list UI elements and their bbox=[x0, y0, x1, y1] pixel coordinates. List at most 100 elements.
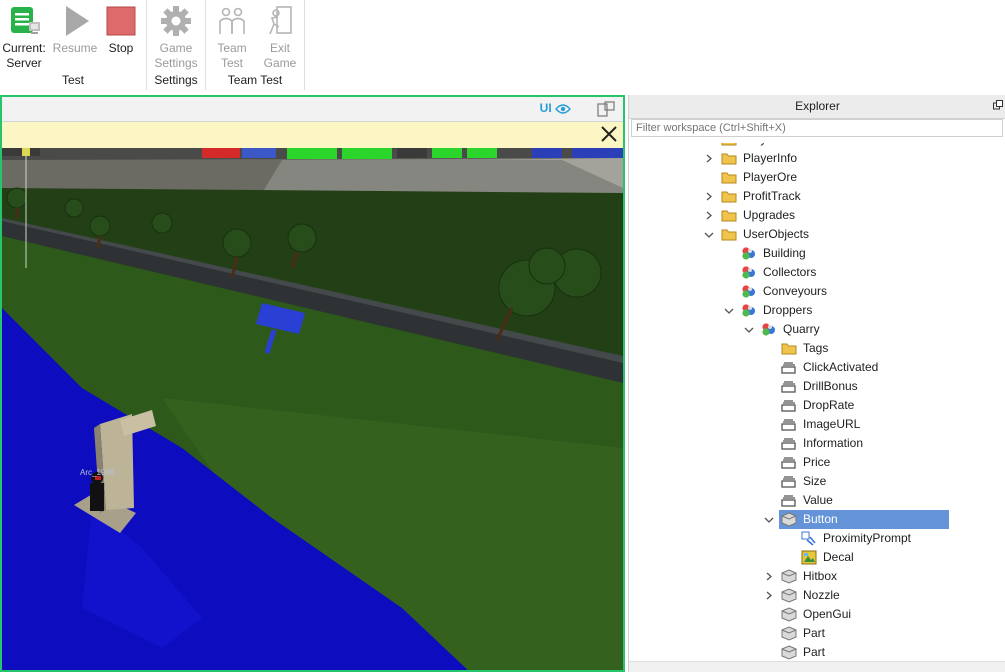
float-panel-icon[interactable] bbox=[993, 100, 1003, 110]
device-emulator-button[interactable] bbox=[597, 101, 615, 117]
explorer-item-clickactivated[interactable]: ClickActivated bbox=[629, 358, 1005, 377]
folder-icon bbox=[721, 170, 737, 185]
explorer-item-value[interactable]: Value bbox=[629, 491, 1005, 510]
explorer-item-opengui[interactable]: OpenGui bbox=[629, 605, 1005, 624]
team-test-button[interactable]: Team Test bbox=[212, 4, 252, 71]
ui-toggle-label: UI bbox=[539, 101, 552, 115]
team-test-group-label: Team Test bbox=[227, 73, 283, 87]
resume-button[interactable]: Resume bbox=[52, 4, 98, 56]
explorer-item-label: Information bbox=[803, 436, 864, 450]
explorer-filter-input[interactable] bbox=[631, 119, 1003, 137]
explorer-item-tags[interactable]: Tags bbox=[629, 339, 1005, 358]
explorer-item-droppers[interactable]: Droppers bbox=[629, 301, 1005, 320]
stop-button[interactable]: Stop bbox=[102, 4, 140, 56]
folder-icon bbox=[721, 227, 737, 242]
game-viewport[interactable]: UI Arc_1996 bbox=[0, 95, 625, 672]
player-avatar[interactable] bbox=[90, 472, 104, 511]
explorer-item-label: ProfitTrack bbox=[743, 189, 801, 203]
part-icon bbox=[781, 626, 797, 641]
explorer-item-part[interactable]: Part bbox=[629, 643, 1005, 661]
explorer-tree[interactable]: PlayerBoostsPlayerInfoPlayerOreProfitTra… bbox=[629, 143, 1005, 661]
explorer-item-label: Hitbox bbox=[803, 569, 838, 583]
explorer-item-building[interactable]: Building bbox=[629, 244, 1005, 263]
chevron-down-icon[interactable] bbox=[763, 510, 775, 529]
explorer-item-price[interactable]: Price bbox=[629, 453, 1005, 472]
explorer-panel: Explorer PlayerBoostsPlayerInfoPlayerOre… bbox=[628, 95, 1005, 672]
green-dropper bbox=[287, 148, 337, 159]
explorer-item-label: Collectors bbox=[763, 265, 817, 279]
model-icon bbox=[741, 246, 757, 261]
explorer-item-size[interactable]: Size bbox=[629, 472, 1005, 491]
settings-group-label: Settings bbox=[154, 73, 198, 87]
folder-icon bbox=[781, 341, 797, 356]
part-icon bbox=[781, 512, 797, 527]
explorer-item-label: Upgrades bbox=[743, 208, 796, 222]
part-icon bbox=[781, 588, 797, 603]
model-icon bbox=[741, 265, 757, 280]
game-settings-button[interactable]: Game Settings bbox=[151, 4, 201, 71]
explorer-item-playerore[interactable]: PlayerOre bbox=[629, 168, 1005, 187]
explorer-item-drillbonus[interactable]: DrillBonus bbox=[629, 377, 1005, 396]
explorer-item-label: Part bbox=[803, 645, 826, 659]
current-server-button[interactable]: Current: Server bbox=[2, 4, 46, 71]
game-scene[interactable]: Arc_1996 bbox=[2, 148, 623, 672]
explorer-item-upgrades[interactable]: Upgrades bbox=[629, 206, 1005, 225]
team-test-label: Team Test bbox=[217, 41, 247, 70]
resume-label: Resume bbox=[52, 41, 98, 55]
stop-label: Stop bbox=[108, 41, 134, 55]
value-icon bbox=[781, 417, 797, 432]
explorer-item-label: PlayerInfo bbox=[743, 151, 798, 165]
explorer-item-label: Building bbox=[763, 246, 806, 260]
chevron-down-icon[interactable] bbox=[743, 320, 755, 339]
explorer-item-hitbox[interactable]: Hitbox bbox=[629, 567, 1005, 586]
test-group: Current: Server Resume Stop Test bbox=[0, 0, 147, 90]
explorer-title: Explorer bbox=[795, 99, 840, 113]
explorer-item-label: OpenGui bbox=[803, 607, 852, 621]
explorer-item-droprate[interactable]: DropRate bbox=[629, 396, 1005, 415]
explorer-item-proximityprompt[interactable]: ProximityPrompt bbox=[629, 529, 1005, 548]
explorer-item-label: PlayerOre bbox=[743, 170, 798, 184]
explorer-title-bar: Explorer bbox=[629, 95, 1005, 119]
explorer-item-imageurl[interactable]: ImageURL bbox=[629, 415, 1005, 434]
viewport-toolbar: UI bbox=[2, 97, 623, 122]
player-nametag: Arc_1996 bbox=[80, 468, 115, 477]
explorer-item-conveyours[interactable]: Conveyours bbox=[629, 282, 1005, 301]
explorer-item-decal[interactable]: Decal bbox=[629, 548, 1005, 567]
exit-game-button[interactable]: Exit Game bbox=[260, 4, 300, 71]
explorer-horizontal-scrollbar[interactable] bbox=[629, 661, 1005, 672]
exit-game-label: Exit Game bbox=[263, 41, 297, 70]
explorer-item-label: UserObjects bbox=[743, 227, 810, 241]
chevron-right-icon[interactable] bbox=[763, 567, 775, 586]
explorer-item-information[interactable]: Information bbox=[629, 434, 1005, 453]
part-icon bbox=[781, 607, 797, 622]
close-notification-button[interactable] bbox=[599, 124, 619, 144]
explorer-item-button[interactable]: Button bbox=[629, 510, 1005, 529]
play-icon bbox=[58, 4, 92, 38]
chevron-right-icon[interactable] bbox=[703, 187, 715, 206]
explorer-item-collectors[interactable]: Collectors bbox=[629, 263, 1005, 282]
explorer-item-label: Value bbox=[803, 493, 833, 507]
explorer-item-label: Button bbox=[803, 512, 838, 526]
model-icon bbox=[741, 284, 757, 299]
explorer-item-quarry[interactable]: Quarry bbox=[629, 320, 1005, 339]
folder-icon bbox=[721, 189, 737, 204]
explorer-item-label: Conveyours bbox=[763, 284, 828, 298]
chevron-down-icon[interactable] bbox=[703, 225, 715, 244]
model-icon bbox=[761, 322, 777, 337]
part-icon bbox=[781, 569, 797, 584]
notification-bar bbox=[2, 122, 623, 149]
current-server-label: Current: Server bbox=[2, 41, 46, 70]
explorer-item-part[interactable]: Part bbox=[629, 624, 1005, 643]
explorer-item-userobjects[interactable]: UserObjects bbox=[629, 225, 1005, 244]
value-icon bbox=[781, 474, 797, 489]
chevron-right-icon[interactable] bbox=[703, 149, 715, 168]
explorer-item-profittrack[interactable]: ProfitTrack bbox=[629, 187, 1005, 206]
explorer-item-nozzle[interactable]: Nozzle bbox=[629, 586, 1005, 605]
ui-visibility-toggle[interactable]: UI bbox=[540, 101, 571, 115]
explorer-item-playerinfo[interactable]: PlayerInfo bbox=[629, 149, 1005, 168]
red-dropper bbox=[202, 148, 240, 158]
chevron-right-icon[interactable] bbox=[763, 586, 775, 605]
game-settings-label: Game Settings bbox=[154, 41, 198, 70]
chevron-right-icon[interactable] bbox=[703, 206, 715, 225]
chevron-down-icon[interactable] bbox=[723, 301, 735, 320]
